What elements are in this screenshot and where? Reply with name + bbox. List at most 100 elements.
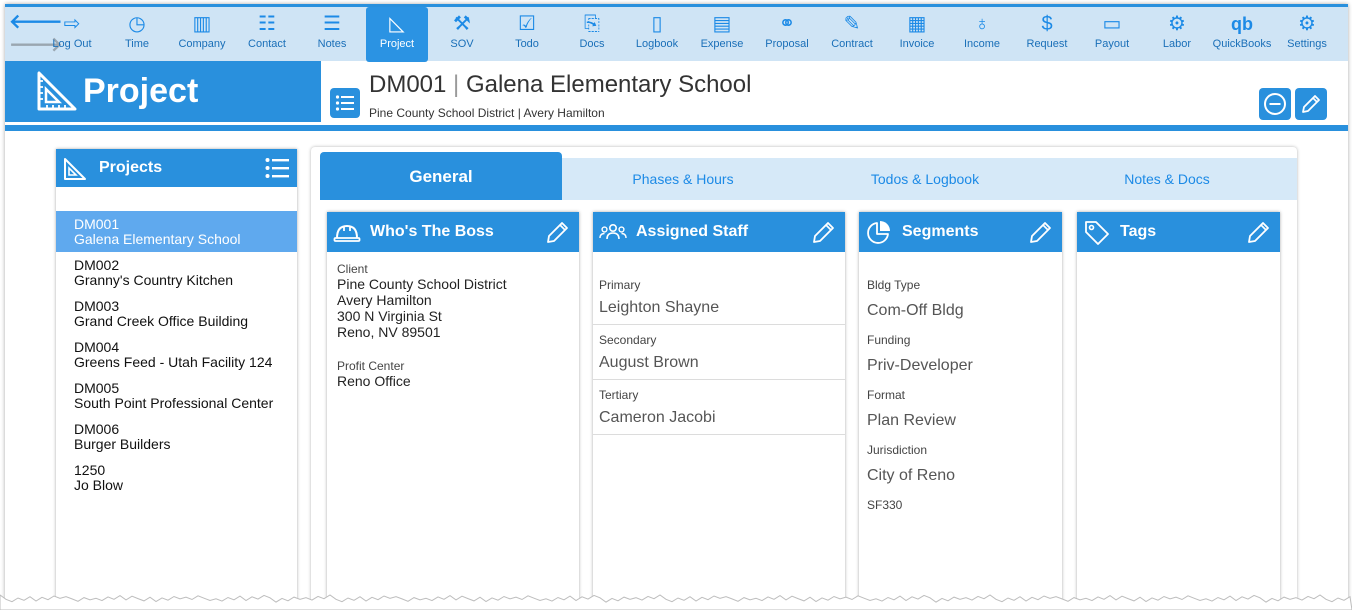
project-list-item[interactable]: DM005 South Point Professional Center [56, 375, 297, 416]
hammer-icon: ⚒ [453, 13, 471, 35]
project-list-item[interactable]: DM003 Grand Creek Office Building [56, 293, 297, 334]
tags-card: Tags [1077, 212, 1280, 608]
toolbar-income-button[interactable]: ♁ Income [951, 10, 1013, 60]
triangle-ruler-icon [37, 71, 77, 111]
toolbar-quickbooks-button[interactable]: qb QuickBooks [1211, 10, 1273, 60]
back-arrow-icon[interactable]: 🡐 [9, 12, 63, 32]
pie-chart-icon [867, 221, 890, 244]
toolbar-contract-button[interactable]: ✎ Contract [821, 10, 883, 60]
tag-icon [1085, 221, 1109, 245]
toolbar-settings-button[interactable]: ⚙ Settings [1276, 10, 1338, 60]
pencil-icon [1302, 95, 1320, 113]
staff-row-tertiary[interactable]: Tertiary Cameron Jacobi [593, 380, 845, 435]
project-name: Grand Creek Office Building [74, 313, 249, 329]
staff-role-label: Tertiary [599, 388, 639, 402]
toolbar-label: Expense [700, 38, 744, 50]
project-code: DM004 [74, 339, 120, 355]
toolbar-expense-button[interactable]: ▤ Expense [691, 10, 753, 60]
client-label: Client [337, 262, 368, 276]
project-name: Granny's Country Kitchen [74, 272, 234, 288]
project-code: DM001 [74, 216, 120, 232]
project-list-item[interactable]: DM002 Granny's Country Kitchen [56, 252, 297, 293]
toolbar-docs-button[interactable]: ⎘ Docs [561, 10, 623, 60]
top-toolbar: 🡐 🡒 ⇨ Log Out ◷ Time ▥ Company ☷ Contact ☰ Notes ◺… [5, 4, 1348, 62]
project-list-item[interactable]: 1250 Jo Blow [56, 457, 297, 498]
list-menu-button[interactable] [330, 88, 360, 118]
card-header: Assigned Staff [593, 212, 845, 252]
project-name: Burger Builders [74, 436, 171, 452]
toolbar-label: Logbook [635, 38, 679, 50]
toolbar-proposal-button[interactable]: ⚭ Proposal [756, 10, 818, 60]
toolbar-invoice-button[interactable]: ▦ Invoice [886, 10, 948, 60]
project-list-item[interactable]: DM006 Burger Builders [56, 416, 297, 457]
module-banner: Project [5, 61, 321, 122]
tab-notes-docs[interactable]: Notes & Docs [1046, 158, 1288, 200]
pencil-icon[interactable] [811, 219, 837, 245]
pencil-icon[interactable] [545, 219, 571, 245]
toolbar-label: Request [1026, 38, 1068, 50]
forward-arrow-icon[interactable]: 🡒 [9, 35, 63, 55]
staff-body: Primary Leighton Shayne Secondary August… [593, 252, 845, 435]
project-list-item[interactable]: DM004 Greens Feed - Utah Facility 124 [56, 334, 297, 375]
pencil-icon[interactable] [1246, 219, 1272, 245]
worker-icon: ⚙ [1168, 13, 1186, 35]
pen-icon: ✎ [843, 13, 861, 35]
card-title: Who's The Boss [370, 223, 494, 240]
project-name: Galena Elementary School [465, 71, 752, 98]
toolbar-project-button[interactable]: ◺ Project [366, 7, 428, 62]
toolbar-payout-button[interactable]: ▭ Payout [1081, 10, 1143, 60]
segment-value: City of Reno [867, 467, 956, 484]
segment-value: Priv-Developer [867, 357, 973, 374]
pencil-icon[interactable] [1028, 219, 1054, 245]
profit-center-label: Profit Center [337, 359, 405, 373]
toolbar-label: Log Out [52, 38, 92, 50]
client-city: Reno, NV 89501 [337, 324, 441, 340]
staff-row-secondary[interactable]: Secondary August Brown [593, 325, 845, 380]
toolbar-sov-button[interactable]: ⚒ SOV [431, 10, 493, 60]
list-icon[interactable] [265, 157, 289, 179]
app-window: 🡐 🡒 ⇨ Log Out ◷ Time ▥ Company ☷ Contact ☰ Notes ◺… [5, 4, 1348, 608]
toolbar-request-button[interactable]: $ Request [1016, 10, 1078, 60]
edit-project-button[interactable] [1295, 88, 1327, 120]
handshake-icon: ⚭ [778, 13, 796, 35]
segments-body: Bldg Type Com-Off Bldg Funding Priv-Deve… [859, 252, 1062, 512]
toolbar-company-button[interactable]: ▥ Company [171, 10, 233, 60]
notes-icon: ☰ [323, 13, 341, 35]
gears-icon: ⚙ [1298, 13, 1316, 35]
project-code: DM001 [369, 71, 447, 98]
toolbar-contact-button[interactable]: ☷ Contact [236, 10, 298, 60]
piggy-bank-icon: ♁ [974, 13, 990, 35]
remove-button[interactable] [1259, 88, 1291, 120]
toolbar-log-out-button[interactable]: ⇨ Log Out [41, 10, 103, 60]
project-code: DM003 [74, 298, 120, 314]
segment-value: Com-Off Bldg [867, 302, 964, 319]
tab-phases-hours[interactable]: Phases & Hours [562, 158, 804, 200]
toolbar-todo-button[interactable]: ☑ Todo [496, 10, 558, 60]
staff-card: Assigned Staff Primary Leighton Shayne S… [593, 212, 845, 608]
toolbar-time-button[interactable]: ◷ Time [106, 10, 168, 60]
segment-label: Format [867, 388, 906, 402]
client-name: Pine County School District [337, 276, 507, 292]
project-code: DM005 [74, 380, 120, 396]
project-list-item[interactable]: DM001 Galena Elementary School [56, 211, 297, 252]
log-out-icon: ⇨ [63, 13, 81, 35]
toolbar-label: Proposal [765, 38, 809, 50]
page-subtitle: Pine County School District | Avery Hami… [369, 106, 605, 120]
toolbar-logbook-button[interactable]: ▯ Logbook [626, 10, 688, 60]
logbook-icon: ▯ [651, 13, 663, 35]
toolbar-label: Settings [1287, 38, 1327, 50]
card-header: Who's The Boss [327, 212, 579, 252]
toolbar-notes-button[interactable]: ☰ Notes [301, 10, 363, 60]
segment-label: Funding [867, 333, 911, 347]
card-title: Tags [1120, 223, 1157, 240]
toolbar-label: Notes [317, 38, 347, 50]
staff-row-primary[interactable]: Primary Leighton Shayne [593, 270, 845, 325]
minus-circle-icon [1264, 93, 1286, 115]
tab-general[interactable]: General [320, 152, 562, 200]
projects-sidebar: Projects DM001 Galena Elementary School DM… [56, 149, 297, 608]
segment-label: Bldg Type [867, 278, 921, 292]
tab-todos-logbook[interactable]: Todos & Logbook [804, 158, 1046, 200]
toolbar-label: Docs [579, 38, 605, 50]
card-header: Segments [859, 212, 1062, 252]
toolbar-labor-button[interactable]: ⚙ Labor [1146, 10, 1208, 60]
